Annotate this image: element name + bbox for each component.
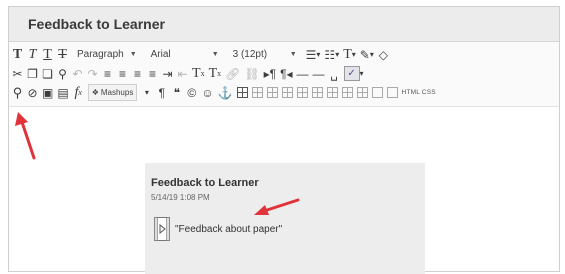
highlight-pen-icon[interactable]: ✎ ▾ xyxy=(358,46,376,63)
video-attachment[interactable]: "Feedback about paper" xyxy=(153,216,282,242)
emoticon-icon[interactable]: ☺ xyxy=(199,84,215,101)
horizontal-rule-icon[interactable]: — xyxy=(311,65,327,82)
subscript-icon[interactable]: Tx xyxy=(207,65,224,82)
outdent-icon[interactable]: ⇤ xyxy=(175,65,190,82)
bold-icon[interactable]: T xyxy=(10,46,25,63)
align-right-icon[interactable]: ≡ xyxy=(130,65,145,82)
spellcheck-icon[interactable]: ✓ ▾ xyxy=(342,65,366,82)
chevron-down-icon: ▼ xyxy=(129,51,137,58)
table-cell-props-icon[interactable] xyxy=(370,84,385,101)
table-col-before-icon[interactable] xyxy=(295,84,310,101)
table-row-after-icon[interactable] xyxy=(265,84,280,101)
mashups-icon: ❖ xyxy=(91,88,99,97)
indent-icon[interactable]: ⇥ xyxy=(160,65,175,82)
toolbar-row-2: ✂ ❐ ❏ ⚲ ↶ ↷ ≡ ≡ ≡ ≡ ⇥ ⇤ Tx Tx 🔗︎ ⛓︎ ▸¶ ¶… xyxy=(9,64,559,83)
attach-file-icon[interactable]: ⊘ xyxy=(25,84,40,101)
table-row-props-icon[interactable] xyxy=(385,84,400,101)
superscript-icon[interactable]: Tx xyxy=(190,65,207,82)
rtl-icon[interactable]: ¶◂ xyxy=(278,65,294,82)
annotation-arrow-icon xyxy=(254,198,300,215)
eraser-icon[interactable]: ◇ xyxy=(376,46,391,63)
redo-icon[interactable]: ↷ xyxy=(85,65,100,82)
align-left-icon[interactable]: ≡ xyxy=(100,65,115,82)
font-family-value: Arial xyxy=(150,49,171,60)
chevron-down-icon: ▼ xyxy=(211,51,219,58)
feedback-preview: Feedback to Learner 5/14/19 1:08 PM "Fee… xyxy=(145,163,425,274)
html-css-button[interactable]: HTML CSS xyxy=(400,89,438,96)
math-formula-icon[interactable]: fx xyxy=(71,84,86,101)
cut-icon[interactable]: ✂ xyxy=(10,65,25,82)
font-size-value: 3 (12pt) xyxy=(232,49,268,60)
preview-title: Feedback to Learner xyxy=(151,177,259,189)
editor-header: Feedback to Learner xyxy=(9,7,559,42)
table-col-after-icon[interactable] xyxy=(310,84,325,101)
align-justify-icon[interactable]: ≡ xyxy=(145,65,160,82)
mashups-label: Mashups xyxy=(100,88,134,97)
blockquote-icon[interactable]: ❝ xyxy=(169,84,184,101)
copy-icon[interactable]: ❐ xyxy=(25,65,40,82)
record-feedback-icon[interactable]: ⚲ xyxy=(10,84,25,101)
ltr-icon[interactable]: ▸¶ xyxy=(262,65,278,82)
insert-table-icon[interactable] xyxy=(235,84,250,101)
find-icon[interactable]: ⚲ xyxy=(55,65,70,82)
undo-icon[interactable]: ↶ xyxy=(70,65,85,82)
table-delete-col-icon[interactable] xyxy=(325,84,340,101)
underline-icon[interactable]: T xyxy=(40,46,55,63)
attachment-title: "Feedback about paper" xyxy=(175,223,283,235)
table-delete-row-icon[interactable] xyxy=(280,84,295,101)
bullet-list-icon[interactable]: ☰ ▾ xyxy=(304,46,323,63)
table-row-before-icon[interactable] xyxy=(250,84,265,101)
strikethrough-icon[interactable]: T xyxy=(55,46,70,63)
nonbreaking-space-icon[interactable]: ␣ xyxy=(327,65,342,82)
paragraph-format-value: Paragraph xyxy=(77,49,124,60)
anchor-icon[interactable]: ⚓ xyxy=(216,84,235,101)
insert-image-icon[interactable]: ▣ xyxy=(40,84,55,101)
chevron-down-icon[interactable]: ▾ xyxy=(139,84,154,101)
paragraph-mark-icon[interactable]: ¶ xyxy=(154,84,169,101)
italic-icon[interactable]: T xyxy=(25,46,40,63)
table-split-icon[interactable] xyxy=(340,84,355,101)
paste-icon[interactable]: ❏ xyxy=(40,65,55,82)
annotation-arrow-icon xyxy=(15,112,36,160)
chevron-down-icon: ▼ xyxy=(289,51,297,58)
font-family-dropdown[interactable]: Arial ▼ xyxy=(147,47,223,63)
align-center-icon[interactable]: ≡ xyxy=(115,65,130,82)
horizontal-line-icon[interactable]: — xyxy=(295,65,311,82)
toolbar-row-3: ⚲ ⊘ ▣ ▤ fx ❖ Mashups ▾ ¶ ❝ © ☺ ⚓ HTML CS… xyxy=(9,83,559,102)
unlink-icon[interactable]: ⛓︎ xyxy=(242,65,261,82)
paragraph-format-dropdown[interactable]: Paragraph ▼ xyxy=(73,47,141,63)
text-color-icon[interactable]: T ▾ xyxy=(341,46,358,63)
font-size-dropdown[interactable]: 3 (12pt) ▼ xyxy=(229,47,301,63)
toolbar-row-1: T T T T Paragraph ▼ Arial ▼ 3 (12pt) ▼ ☰… xyxy=(9,45,559,64)
copyright-icon[interactable]: © xyxy=(184,84,199,101)
video-file-icon xyxy=(154,217,170,241)
editor-title: Feedback to Learner xyxy=(28,16,165,32)
editor-toolbar: T T T T Paragraph ▼ Arial ▼ 3 (12pt) ▼ ☰… xyxy=(9,42,559,107)
table-merge-icon[interactable] xyxy=(355,84,370,101)
numbered-list-icon[interactable]: ☷ ▾ xyxy=(322,46,341,63)
link-icon[interactable]: 🔗︎ xyxy=(223,65,242,82)
insert-media-icon[interactable]: ▤ xyxy=(55,84,70,101)
mashups-dropdown[interactable]: ❖ Mashups xyxy=(87,84,138,101)
